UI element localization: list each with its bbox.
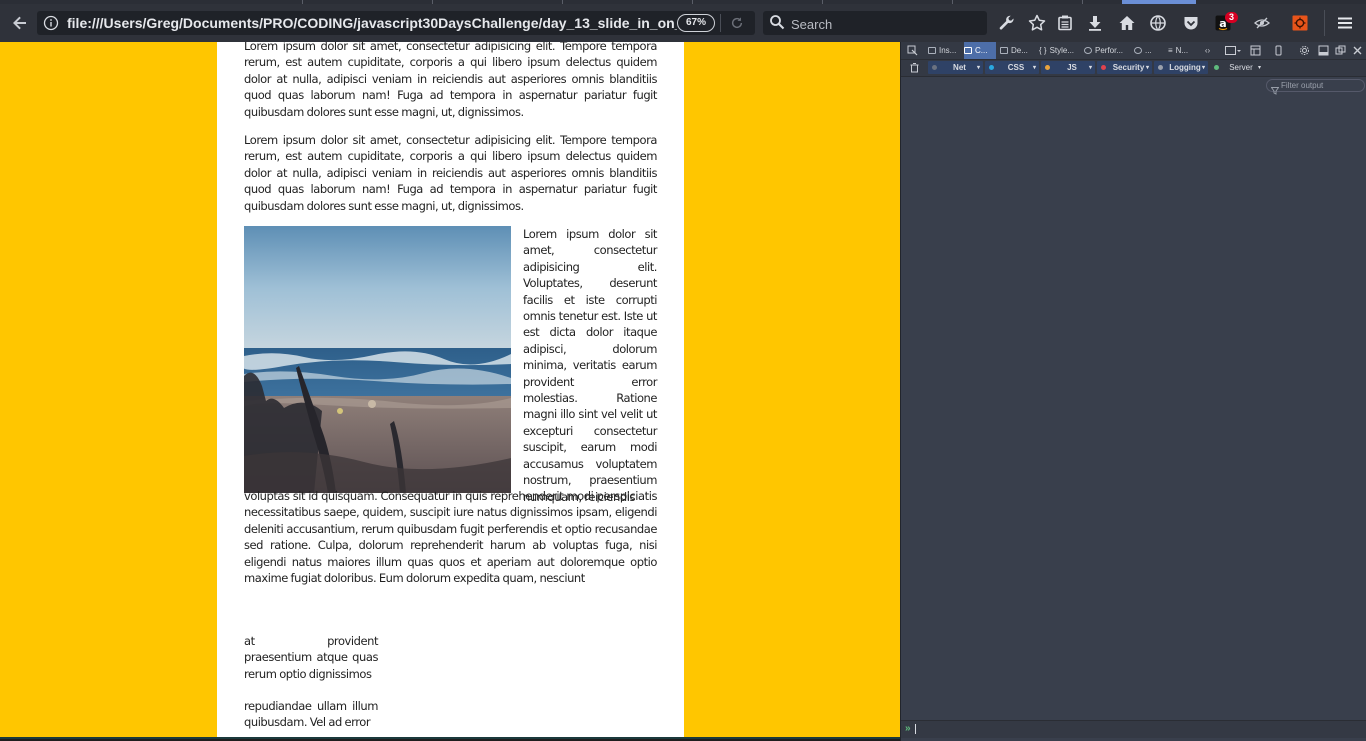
close-icon[interactable] xyxy=(1352,45,1363,56)
wrapped-paragraph-side: Lorem ipsum dolor sit amet, consectetur … xyxy=(523,227,657,504)
tab-debugger[interactable]: De... xyxy=(1000,42,1034,59)
wrench-icon[interactable] xyxy=(994,10,1020,36)
device-icon[interactable] xyxy=(1273,45,1284,56)
layout-icon[interactable] xyxy=(1250,45,1261,56)
element-picker-icon[interactable] xyxy=(907,45,918,56)
reading-list-icon[interactable] xyxy=(1052,10,1078,36)
tab-memory[interactable]: ... xyxy=(1134,42,1164,59)
console-filter-bar: Net ▾ CSS ▾ JS ▾ Security ▾ Logging ▾ Server ▾ xyxy=(901,60,1366,95)
devtools-panel: Ins... C... De... { } Style... Perfor... … xyxy=(900,42,1366,741)
undock-window-icon[interactable] xyxy=(1335,45,1346,56)
console-prompt-icon: » xyxy=(905,723,911,734)
back-button[interactable] xyxy=(7,10,33,36)
responsive-mode-icon[interactable] xyxy=(1225,45,1241,56)
body-paragraph: Lorem ipsum dolor sit amet, consectetur … xyxy=(244,42,657,119)
tab-performance[interactable]: Perfor... xyxy=(1084,42,1130,59)
extension-globe-icon[interactable] xyxy=(1145,10,1171,36)
filter-security[interactable]: Security ▾ xyxy=(1097,61,1152,74)
filter-css[interactable]: CSS ▾ xyxy=(985,61,1039,74)
filter-server[interactable]: Server ▾ xyxy=(1210,61,1264,74)
back-arrow-icon xyxy=(13,16,26,30)
url-text[interactable]: file:///Users/Greg/Documents/PRO/CODING/… xyxy=(67,15,677,31)
content-column: Lorem ipsum dolor sit amet, consectetur … xyxy=(217,42,684,737)
pocket-icon[interactable] xyxy=(1178,10,1204,36)
settings-gear-icon[interactable] xyxy=(1299,45,1310,56)
wrapped-paragraph-continuation: voluptas sit id quisquam. Consequatur in… xyxy=(244,489,657,586)
zoom-indicator[interactable]: 67% xyxy=(677,14,715,32)
page-viewport[interactable]: Lorem ipsum dolor sit amet, consectetur … xyxy=(0,42,900,741)
tab-inspector[interactable]: Ins... xyxy=(928,42,962,59)
url-bar[interactable]: file:///Users/Greg/Documents/PRO/CODING/… xyxy=(37,11,755,35)
tab-console[interactable]: C... xyxy=(964,42,996,59)
url-bar-divider xyxy=(720,14,721,32)
tab-style-editor[interactable]: { } Style... xyxy=(1039,42,1081,59)
beach-photo xyxy=(244,226,511,493)
console-caret xyxy=(915,724,916,734)
filter-output-input[interactable] xyxy=(1281,80,1361,91)
search-bar[interactable] xyxy=(763,11,987,35)
search-input[interactable] xyxy=(789,14,983,34)
devtools-tab-bar: Ins... C... De... { } Style... Perfor... … xyxy=(901,42,1366,60)
filter-js[interactable]: JS ▾ xyxy=(1041,61,1095,74)
bookmark-star-icon[interactable] xyxy=(1024,10,1050,36)
eye-extension-icon[interactable] xyxy=(1249,10,1275,36)
browser-toolbar: file:///Users/Greg/Documents/PRO/CODING/… xyxy=(0,4,1366,42)
filter-logging[interactable]: Logging ▾ xyxy=(1154,61,1208,74)
narrow-paragraph: at provident praesentium atque quas reru… xyxy=(244,634,378,681)
bottom-edge xyxy=(0,737,900,741)
filter-funnel-icon xyxy=(1270,82,1280,100)
filter-net[interactable]: Net ▾ xyxy=(928,61,983,74)
body-paragraph: Lorem ipsum dolor sit amet, consectetur … xyxy=(244,133,657,213)
dock-icon[interactable] xyxy=(1318,45,1329,56)
console-input[interactable]: » xyxy=(901,720,1366,738)
home-icon[interactable] xyxy=(1114,10,1140,36)
code-brackets-icon[interactable]: ‹› xyxy=(1202,45,1213,56)
download-icon[interactable] xyxy=(1082,10,1108,36)
notification-badge: 3 xyxy=(1225,12,1238,23)
hamburger-menu-icon[interactable] xyxy=(1332,10,1358,36)
tab-network[interactable]: ≡ N... xyxy=(1168,42,1198,59)
debugger-extension-icon[interactable] xyxy=(1287,10,1313,36)
narrow-paragraph: repudiandae ullam illum quibusdam. Vel a… xyxy=(244,699,378,730)
toolbar-separator xyxy=(1324,10,1325,36)
filter-output-field[interactable] xyxy=(1266,79,1365,95)
search-icon xyxy=(769,14,785,35)
info-icon[interactable] xyxy=(41,13,61,33)
reload-icon[interactable] xyxy=(727,13,747,33)
trash-icon[interactable] xyxy=(909,62,920,73)
